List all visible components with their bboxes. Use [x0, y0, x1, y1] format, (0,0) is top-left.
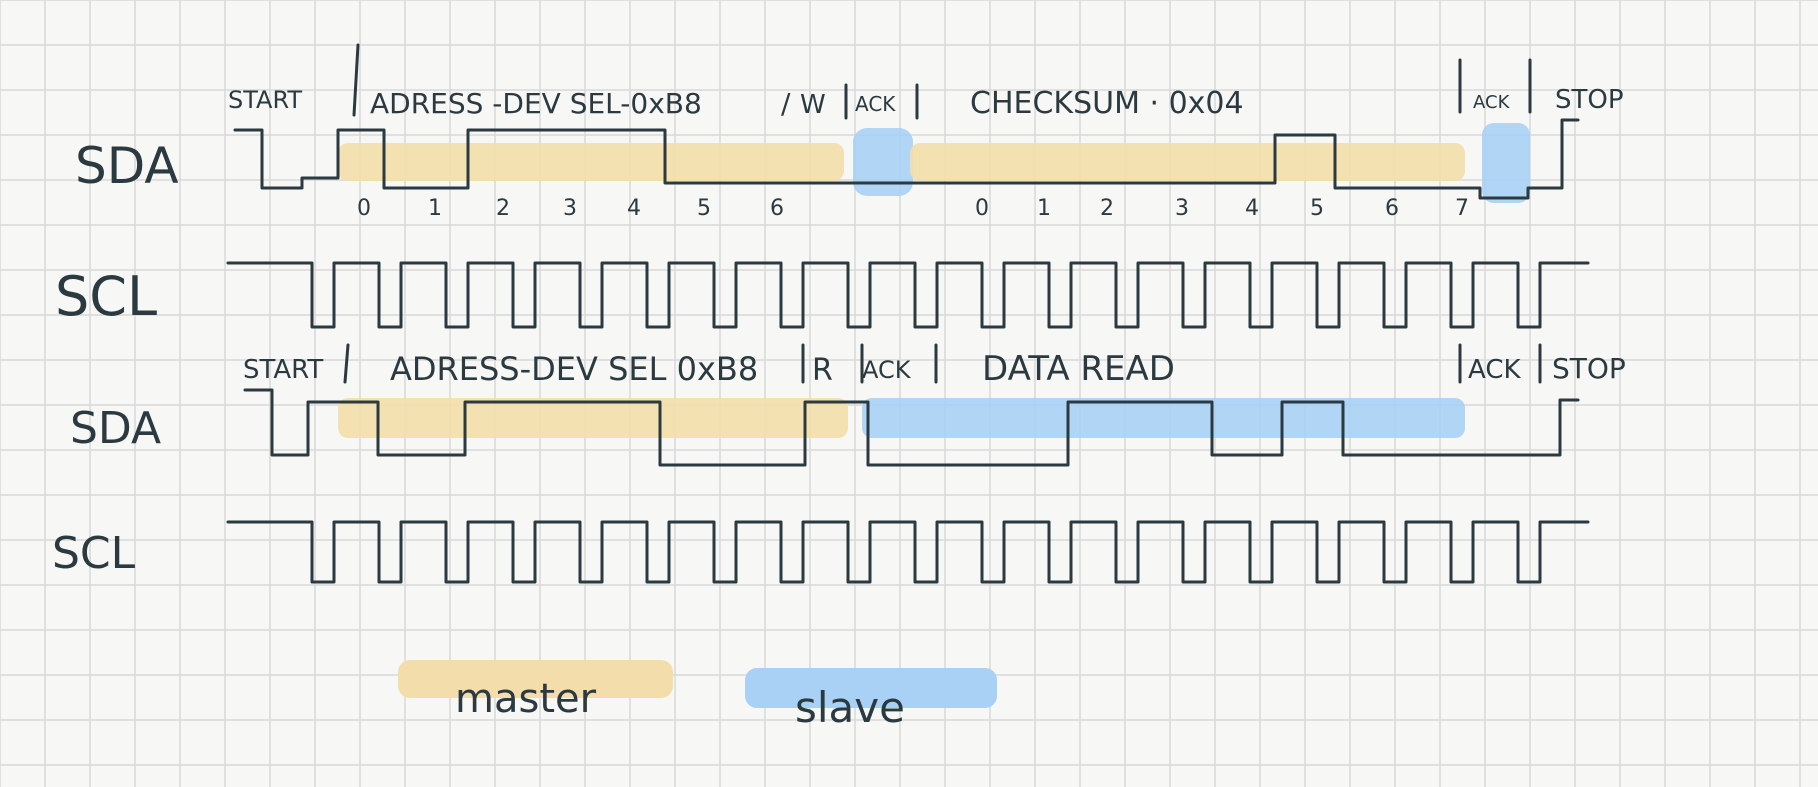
read-address-label: ADRESS-DEV SEL 0xB8 [390, 350, 758, 388]
read-ack1-label: ACK [862, 356, 912, 384]
master-highlight-read-address [338, 398, 848, 438]
bit-index-label: 1 [428, 196, 442, 221]
read-stop-label: STOP [1552, 352, 1626, 385]
write-rw-separator: / [781, 87, 791, 120]
read-start-label: START [243, 355, 323, 385]
read-field-labels: START ADRESS-DEV SEL 0xB8 R ACK DATA REA… [243, 349, 1626, 389]
bit-index-label: 7 [1455, 196, 1469, 221]
bit-index-label: 6 [770, 196, 784, 221]
bit-index-label: 2 [496, 196, 510, 221]
write-start-label: START [228, 86, 302, 114]
master-highlight-write-address [338, 143, 844, 181]
write-ack1-label: ACK [855, 92, 896, 116]
write-stop-label: STOP [1555, 85, 1624, 115]
bit-index-label: 5 [1310, 196, 1324, 221]
bit-index-label: 0 [975, 196, 989, 221]
scl-read-clock-path [226, 520, 1590, 584]
i2c-timing-diagram: SDA SCL SDA SCL START ADRESS -DEV SEL-0x… [0, 0, 1818, 787]
legend-slave-label: slave [795, 683, 905, 732]
read-rw-label: R [812, 353, 833, 388]
legend-master-label: master [455, 676, 597, 722]
highlights [338, 123, 1530, 708]
bit-index-label: 2 [1100, 196, 1114, 221]
bit-index-label: 0 [357, 196, 371, 221]
write-rw-label: W [800, 90, 826, 120]
slave-highlight-write-ack2 [1482, 123, 1530, 203]
bit-index-label: 4 [627, 196, 641, 221]
sda-label-read: SDA [70, 403, 161, 454]
bit-index-label: 3 [563, 196, 577, 221]
bit-index-label: 6 [1385, 196, 1399, 221]
slave-highlight-write-ack1 [853, 128, 913, 196]
read-data-label: DATA READ [982, 349, 1175, 389]
bit-index-label: 5 [697, 196, 711, 221]
write-bit-indices: 0 1 2 3 4 5 6 0 1 2 3 4 5 6 7 [357, 196, 1469, 221]
master-highlight-write-data [910, 143, 1465, 181]
write-data-label: CHECKSUM · 0x04 [970, 86, 1244, 121]
scl-read-waveform [226, 520, 1590, 584]
slave-highlight-read-data [862, 398, 1465, 438]
write-ack2-label: ACK [1473, 92, 1511, 113]
read-ack2-label: ACK [1468, 355, 1521, 385]
scl-label-read: SCL [52, 528, 136, 579]
scl-write-waveform [226, 261, 1590, 329]
write-address-label: ADRESS -DEV SEL-0xB8 [370, 87, 702, 120]
scl-write-clock-path [226, 261, 1590, 329]
sda-label-write: SDA [75, 137, 179, 195]
bit-index-label: 4 [1245, 196, 1259, 221]
bit-index-label: 3 [1175, 196, 1189, 221]
scl-label-write: SCL [55, 265, 157, 328]
bit-index-label: 1 [1037, 196, 1051, 221]
